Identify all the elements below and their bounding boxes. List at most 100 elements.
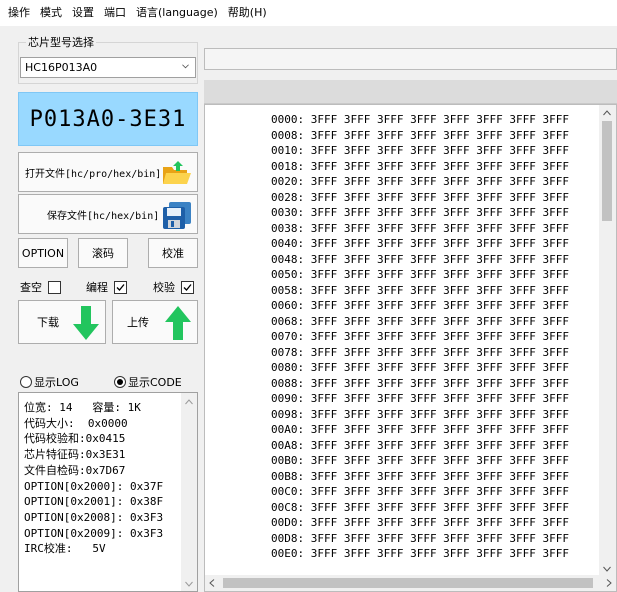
- show-code-label: 显示CODE: [128, 376, 182, 389]
- blank-check-checkbox[interactable]: [48, 280, 61, 294]
- hex-row: 0068: 3FFF 3FFF 3FFF 3FFF 3FFF 3FFF 3FFF…: [271, 314, 570, 328]
- hex-row: 00E0: 3FFF 3FFF 3FFF 3FFF 3FFF 3FFF 3FFF…: [271, 547, 570, 560]
- menu-operate[interactable]: 操作: [3, 0, 35, 26]
- hex-row: 0040: 3FFF 3FFF 3FFF 3FFF 3FFF 3FFF 3FFF…: [271, 237, 570, 250]
- chip-model-select[interactable]: HC16P013A0: [20, 57, 196, 78]
- hex-row: 0030: 3FFF 3FFF 3FFF 3FFF 3FFF 3FFF 3FFF…: [271, 206, 570, 219]
- open-file-button[interactable]: 打开文件[hc/pro/hex/bin]: [18, 152, 198, 192]
- hex-row: 0048: 3FFF 3FFF 3FFF 3FFF 3FFF 3FFF 3FFF…: [271, 252, 570, 266]
- info-line: 文件自检码:0x7D67: [24, 463, 126, 477]
- show-log-label: 显示LOG: [34, 376, 79, 389]
- info-line: 位宽: 14 容量: 1K: [24, 401, 141, 414]
- floppy-disk-icon: [163, 202, 191, 229]
- download-button[interactable]: 下载: [18, 300, 106, 344]
- horizontal-scroll-thumb[interactable]: [223, 578, 593, 588]
- hex-row: 0050: 3FFF 3FFF 3FFF 3FFF 3FFF 3FFF 3FFF…: [271, 268, 570, 281]
- chip-info-textbox[interactable]: 位宽: 14 容量: 1K 代码大小: 0x0000 代码校验和:0x0415 …: [18, 392, 198, 592]
- info-line: 代码大小: 0x0000: [24, 416, 128, 430]
- hex-row: 0018: 3FFF 3FFF 3FFF 3FFF 3FFF 3FFF 3FFF…: [271, 159, 570, 173]
- upload-label: 上传: [127, 316, 149, 329]
- hex-row: 0080: 3FFF 3FFF 3FFF 3FFF 3FFF 3FFF 3FFF…: [271, 361, 570, 374]
- folder-open-icon: [163, 161, 191, 184]
- vertical-scroll-thumb[interactable]: [602, 121, 612, 221]
- hex-row: 0028: 3FFF 3FFF 3FFF 3FFF 3FFF 3FFF 3FFF…: [271, 190, 570, 204]
- hex-row: 0020: 3FFF 3FFF 3FFF 3FFF 3FFF 3FFF 3FFF…: [271, 175, 570, 188]
- menu-language[interactable]: 语言(language): [131, 0, 223, 26]
- hex-row: 00A8: 3FFF 3FFF 3FFF 3FFF 3FFF 3FFF 3FFF…: [271, 438, 570, 452]
- arrow-down-icon: [73, 306, 99, 340]
- chevron-right-icon[interactable]: [606, 579, 612, 587]
- info-line: 芯片特征码:0x3E31: [24, 448, 126, 462]
- info-line: 代码校验和:0x0415: [24, 432, 126, 446]
- hex-row: 0070: 3FFF 3FFF 3FFF 3FFF 3FFF 3FFF 3FFF…: [271, 330, 570, 343]
- upload-button[interactable]: 上传: [112, 300, 198, 344]
- menu-help[interactable]: 帮助(H): [223, 0, 272, 26]
- menu-settings[interactable]: 设置: [67, 0, 99, 26]
- hex-rows: 0000: 3FFF 3FFF 3FFF 3FFF 3FFF 3FFF 3FFF…: [271, 112, 569, 562]
- hex-row: 0058: 3FFF 3FFF 3FFF 3FFF 3FFF 3FFF 3FFF…: [271, 283, 570, 297]
- blank-check-label: 查空: [20, 281, 42, 294]
- hex-row: 0088: 3FFF 3FFF 3FFF 3FFF 3FFF 3FFF 3FFF…: [271, 376, 570, 390]
- open-file-label: 打开文件[hc/pro/hex/bin]: [25, 168, 162, 180]
- chevron-down-icon: [182, 64, 189, 69]
- hex-row: 00D0: 3FFF 3FFF 3FFF 3FFF 3FFF 3FFF 3FFF…: [271, 516, 570, 529]
- verify-row[interactable]: 校验: [153, 279, 194, 295]
- hex-row: 0078: 3FFF 3FFF 3FFF 3FFF 3FFF 3FFF 3FFF…: [271, 345, 570, 359]
- menu-bar: 操作 模式 设置 端口 语言(language) 帮助(H): [0, 0, 617, 26]
- download-label: 下载: [37, 316, 59, 329]
- checkmark-icon: [116, 283, 125, 291]
- hex-row: 0008: 3FFF 3FFF 3FFF 3FFF 3FFF 3FFF 3FFF…: [271, 128, 570, 142]
- hex-code-view[interactable]: 0000: 3FFF 3FFF 3FFF 3FFF 3FFF 3FFF 3FFF…: [204, 104, 617, 592]
- show-code-radio[interactable]: 显示CODE: [114, 374, 182, 390]
- menu-mode[interactable]: 模式: [35, 0, 67, 26]
- hex-row: 0060: 3FFF 3FFF 3FFF 3FFF 3FFF 3FFF 3FFF…: [271, 299, 570, 312]
- hex-row: 0010: 3FFF 3FFF 3FFF 3FFF 3FFF 3FFF 3FFF…: [271, 144, 570, 157]
- menu-port[interactable]: 端口: [99, 0, 131, 26]
- chevron-down-icon[interactable]: [603, 566, 611, 572]
- roll-code-button[interactable]: 滚码: [78, 238, 128, 268]
- show-code-radio-dot[interactable]: [114, 376, 126, 388]
- blank-check-row[interactable]: 查空: [20, 279, 61, 295]
- arrow-up-icon: [165, 306, 191, 340]
- verify-checkbox[interactable]: [181, 280, 194, 294]
- chevron-down-icon[interactable]: [185, 581, 193, 587]
- info-line: OPTION[0x2001]: 0x38F: [24, 495, 164, 509]
- hex-header-bar: [204, 80, 617, 104]
- program-checkbox[interactable]: [114, 280, 127, 294]
- hex-horizontal-scrollbar[interactable]: [205, 575, 616, 591]
- hex-row: 0038: 3FFF 3FFF 3FFF 3FFF 3FFF 3FFF 3FFF…: [271, 221, 570, 235]
- program-label: 编程: [86, 281, 108, 294]
- chip-id-display: P013A0-3E31: [18, 92, 198, 146]
- info-line: IRC校准: 5V: [24, 542, 106, 556]
- chip-select-legend: 芯片型号选择: [26, 34, 96, 50]
- hex-row: 0000: 3FFF 3FFF 3FFF 3FFF 3FFF 3FFF 3FFF…: [271, 113, 570, 126]
- info-line: OPTION[0x2000]: 0x37F: [24, 479, 164, 493]
- checkmark-icon: [183, 283, 192, 291]
- chip-info-lines: 位宽: 14 容量: 1K 代码大小: 0x0000 代码校验和:0x0415 …: [19, 393, 197, 557]
- info-line: OPTION[0x2009]: 0x3F3: [24, 526, 164, 540]
- show-log-radio[interactable]: 显示LOG: [20, 374, 79, 390]
- info-scrollbar[interactable]: [181, 393, 197, 591]
- option-button[interactable]: OPTION: [18, 238, 68, 268]
- chevron-up-icon[interactable]: [185, 399, 193, 405]
- info-line: OPTION[0x2008]: 0x3F3: [24, 510, 164, 524]
- chip-model-value: HC16P013A0: [25, 61, 98, 74]
- hex-row: 00D8: 3FFF 3FFF 3FFF 3FFF 3FFF 3FFF 3FFF…: [271, 531, 570, 545]
- status-field: [204, 48, 617, 70]
- program-row[interactable]: 编程: [86, 279, 127, 295]
- hex-row: 00C8: 3FFF 3FFF 3FFF 3FFF 3FFF 3FFF 3FFF…: [271, 500, 570, 514]
- hex-row: 0090: 3FFF 3FFF 3FFF 3FFF 3FFF 3FFF 3FFF…: [271, 392, 570, 405]
- chevron-left-icon[interactable]: [209, 579, 215, 587]
- hex-row: 00A0: 3FFF 3FFF 3FFF 3FFF 3FFF 3FFF 3FFF…: [271, 423, 570, 436]
- calibrate-button[interactable]: 校准: [148, 238, 198, 268]
- save-file-label: 保存文件[hc/hex/bin]: [47, 210, 160, 222]
- hex-row: 0098: 3FFF 3FFF 3FFF 3FFF 3FFF 3FFF 3FFF…: [271, 407, 570, 421]
- save-file-button[interactable]: 保存文件[hc/hex/bin]: [18, 194, 198, 234]
- hex-row: 00C0: 3FFF 3FFF 3FFF 3FFF 3FFF 3FFF 3FFF…: [271, 485, 570, 498]
- show-log-radio-dot[interactable]: [20, 376, 32, 388]
- hex-row: 00B0: 3FFF 3FFF 3FFF 3FFF 3FFF 3FFF 3FFF…: [271, 454, 570, 467]
- hex-row: 00B8: 3FFF 3FFF 3FFF 3FFF 3FFF 3FFF 3FFF…: [271, 469, 570, 483]
- chevron-up-icon[interactable]: [603, 110, 611, 116]
- hex-vertical-scrollbar[interactable]: [599, 105, 616, 576]
- verify-label: 校验: [153, 281, 175, 294]
